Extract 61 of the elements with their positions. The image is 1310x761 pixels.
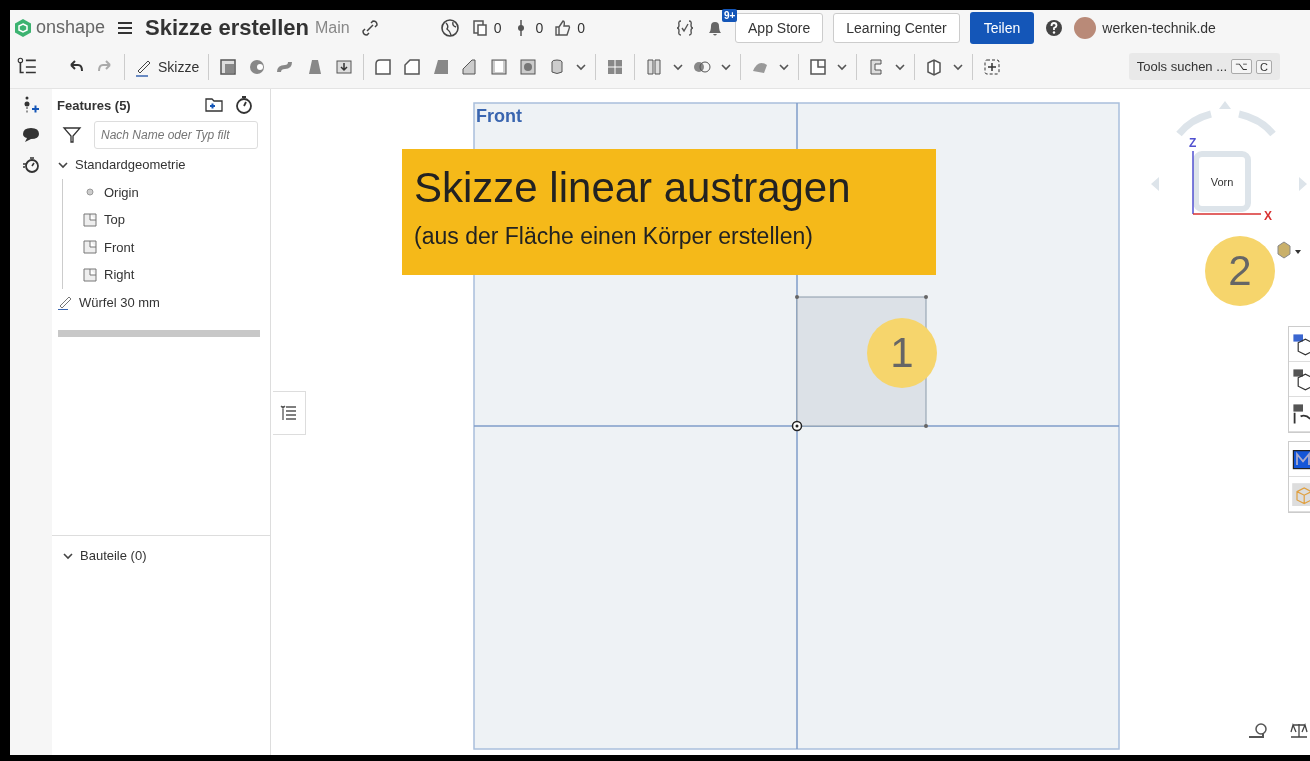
link-icon[interactable] — [359, 17, 380, 38]
app-logo[interactable]: onshape — [14, 17, 106, 38]
caret-icon[interactable] — [837, 62, 848, 71]
count-label: 0 — [493, 19, 502, 36]
block-icon[interactable] — [218, 56, 239, 77]
shaded-cube-icon[interactable] — [1277, 241, 1301, 259]
tape-measure-icon[interactable] — [1248, 723, 1267, 738]
caret-icon[interactable] — [953, 62, 964, 71]
speech-bubble-icon[interactable] — [21, 125, 41, 145]
filter-icon[interactable] — [62, 125, 82, 145]
tree-item[interactable]: Top — [77, 206, 270, 234]
branch-label: Main — [314, 18, 350, 37]
avatar-circle[interactable] — [1074, 16, 1097, 39]
banner-title: Skizze linear austragen — [414, 167, 852, 209]
share-button[interactable]: Teilen — [969, 11, 1035, 44]
rounded-square-icon[interactable] — [373, 56, 394, 77]
step-marker: 2 — [1205, 236, 1275, 306]
chamfer-icon[interactable] — [402, 56, 423, 77]
document-title: Skizze erstellen — [145, 14, 309, 41]
help-icon[interactable] — [1044, 17, 1065, 38]
count-label: 0 — [535, 19, 544, 36]
plane-label: Front — [476, 106, 522, 127]
notification-badge: 9+ — [722, 8, 738, 22]
caret-icon[interactable] — [673, 62, 684, 71]
caret-icon[interactable] — [895, 62, 906, 71]
panel-title: Features (5) — [57, 97, 131, 113]
pencil-icon — [57, 294, 73, 311]
panel-toggle-button[interactable] — [273, 391, 306, 435]
stopwatch-icon[interactable] — [234, 95, 254, 115]
hexagon-logo-icon — [14, 17, 32, 38]
sheet-icon[interactable] — [808, 56, 829, 77]
plane-icon — [82, 211, 98, 228]
origin-point — [791, 420, 803, 432]
plane-icon — [82, 266, 98, 283]
scale-icon[interactable] — [1290, 723, 1308, 738]
globe-icon[interactable] — [439, 17, 460, 38]
tree-item[interactable]: Origin — [77, 178, 270, 206]
user-name[interactable]: werken-technik.de — [1102, 19, 1216, 36]
stopwatch-icon[interactable] — [21, 155, 41, 175]
shell-icon[interactable] — [489, 56, 510, 77]
filter-field[interactable]: Nach Name oder Typ filt — [94, 121, 258, 149]
add-selection-icon[interactable] — [982, 56, 1003, 77]
header-button[interactable]: App Store — [735, 12, 824, 43]
header-button[interactable]: Learning Center — [833, 12, 960, 43]
tool-search-field[interactable]: Tools suchen ... ⌥ C — [1128, 53, 1280, 80]
add-folder-icon[interactable] — [204, 95, 224, 115]
caret-icon[interactable] — [576, 62, 587, 71]
banner-subtitle: (aus der Fläche einen Körper erstellen) — [414, 223, 814, 250]
hole-icon[interactable] — [518, 56, 539, 77]
variables-icon[interactable] — [675, 17, 696, 38]
tree-item[interactable]: Würfel 30 mm — [52, 288, 270, 316]
tree-item[interactable]: Standardgeometrie — [52, 151, 270, 179]
list-icon[interactable] — [279, 403, 299, 423]
sketch-button[interactable]: Skizze — [134, 56, 200, 77]
tree-item[interactable]: Front — [77, 233, 270, 261]
plane-icon — [82, 239, 98, 256]
count-label: 0 — [577, 19, 586, 36]
caret-icon[interactable] — [779, 62, 790, 71]
caret-icon[interactable] — [721, 62, 732, 71]
tree-item[interactable]: Right — [77, 261, 270, 289]
parts-header[interactable]: Bauteile (0) — [57, 542, 265, 570]
